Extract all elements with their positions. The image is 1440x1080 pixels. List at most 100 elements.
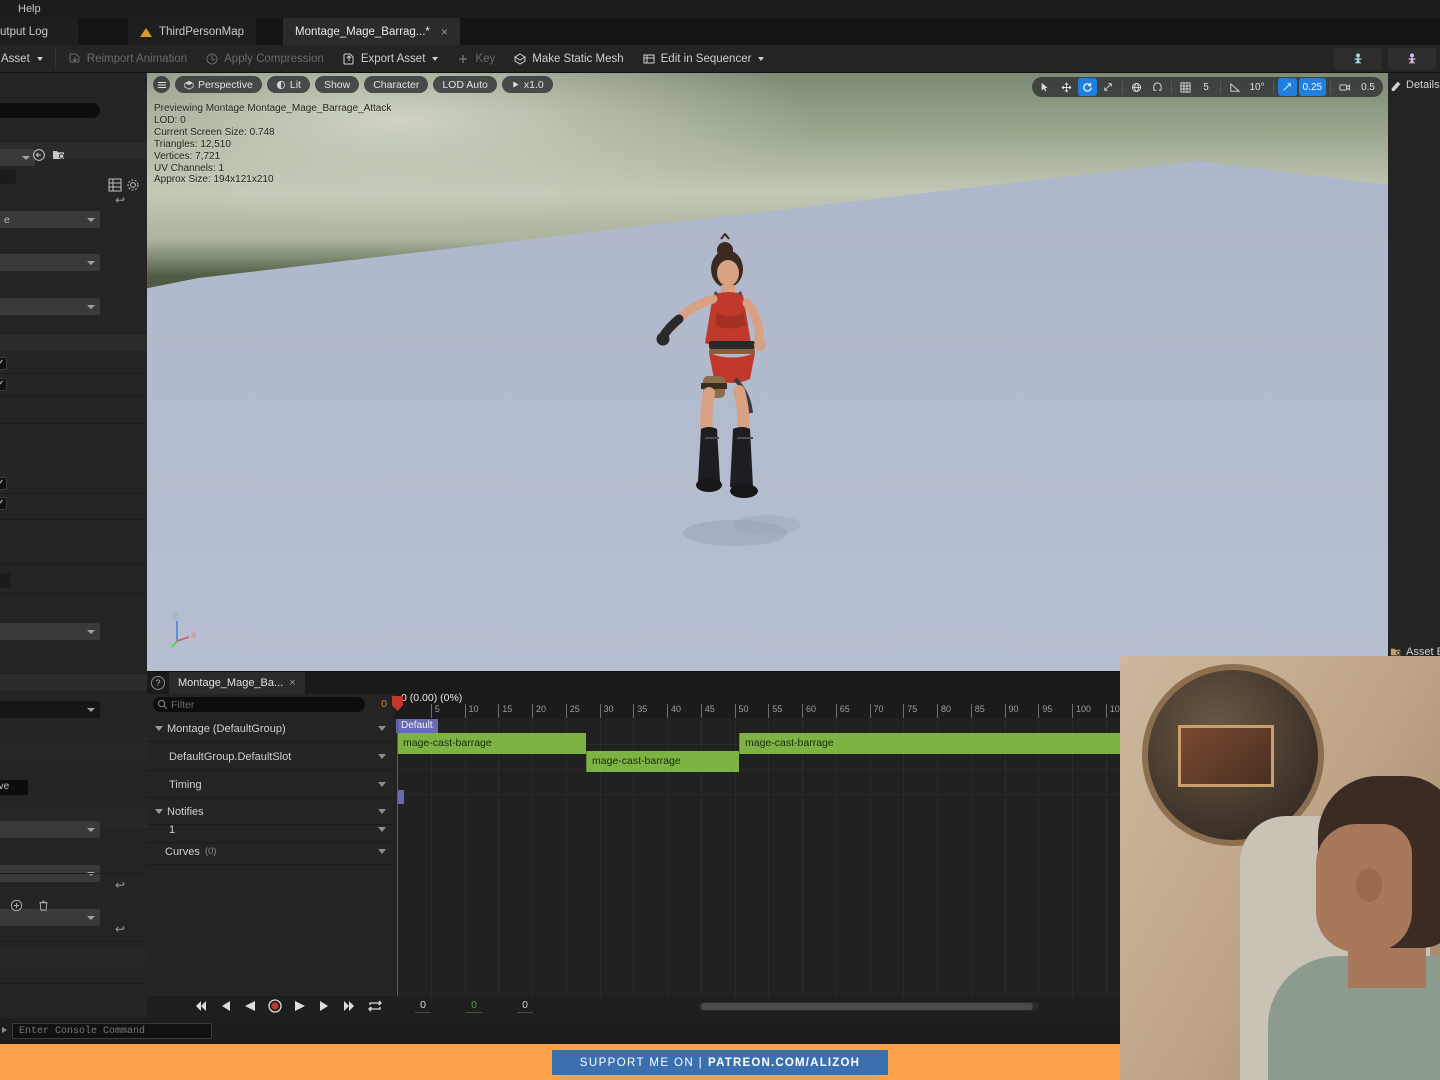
grid-snap-value[interactable]: 5 [1197,78,1216,96]
montage-section[interactable]: mage-cast-barrage [397,733,586,754]
scrollbar-thumb[interactable] [701,1003,1033,1010]
details-checkbox-3[interactable]: ✓ [0,497,7,510]
montage-panel-tab[interactable]: Montage_Mage_Ba... × [169,672,305,694]
details-field-0[interactable] [0,169,16,184]
select-tool-button[interactable] [1036,78,1055,96]
track-row-montage-group[interactable]: Montage (DefaultGroup) [147,716,395,742]
export-asset-button[interactable]: Export Asset [333,46,448,72]
help-icon[interactable]: ? [151,676,165,690]
track-row-default-slot[interactable]: DefaultGroup.DefaultSlot [147,743,395,771]
console-command-input[interactable]: Enter Console Command [12,1023,212,1039]
camera-speed-value[interactable]: 0.5 [1357,78,1379,96]
viewport-lod-button[interactable]: LOD Auto [433,76,497,93]
details-search-input[interactable] [0,103,100,118]
play-reverse-button[interactable] [242,998,257,1013]
chevron-down-icon[interactable] [378,726,386,731]
reimport-animation-button[interactable]: Reimport Animation [59,46,196,72]
details-dropdown-6[interactable] [0,821,100,838]
animation-viewport[interactable]: Perspective Lit Show Character LOD Auto … [147,73,1388,671]
delete-icon[interactable] [37,899,50,915]
add-icon[interactable] [10,899,23,915]
camera-speed-button[interactable] [1335,78,1355,96]
details-checkbox-2[interactable]: ✓ [0,477,7,490]
chevron-down-icon[interactable] [155,809,163,814]
coordinate-system-button[interactable] [1127,78,1146,96]
step-back-button[interactable] [217,998,232,1013]
skip-to-start-button[interactable] [192,998,207,1013]
angle-snap-button[interactable] [1225,78,1244,96]
details-dropdown-5[interactable] [0,701,100,718]
chevron-down-icon[interactable] [378,809,386,814]
timeline-tick: 5 [430,704,440,718]
chevron-down-icon[interactable] [378,782,386,787]
skip-to-end-button[interactable] [342,998,357,1013]
make-static-mesh-button[interactable]: Make Static Mesh [504,46,632,72]
timing-marker[interactable] [397,790,404,804]
chevron-down-icon[interactable] [378,827,386,832]
key-button[interactable]: Key [447,46,504,72]
scale-snap-value[interactable]: 0.25 [1298,78,1327,96]
track-row-curves[interactable]: Curves (0) [147,839,395,865]
preview-character-button[interactable] [1388,48,1436,70]
current-time-field[interactable]: 0 [466,999,482,1013]
settings-gear-icon[interactable] [126,178,140,192]
details-curve-pill[interactable]: nCurve [0,780,28,795]
viewport-menu-button[interactable] [153,76,170,93]
montage-filter-value[interactable]: 0 [381,698,387,710]
details-field-1[interactable] [0,573,10,588]
details-checkbox-0[interactable]: ✓ [0,357,7,370]
viewport-character-button[interactable]: Character [364,76,429,93]
viewport-lit-button[interactable]: Lit [266,76,310,93]
preview-skeleton-button[interactable] [1334,48,1382,70]
timeline-horizontal-scrollbar[interactable] [699,1002,1039,1011]
patreon-link[interactable]: SUPPORT ME ON | PATREON.COM/ALIZOH [552,1050,888,1075]
scale-tool-button[interactable] [1099,78,1118,96]
track-row-timing[interactable]: Timing [147,772,395,798]
back-arrow-icon[interactable] [32,148,46,162]
apply-compression-button[interactable]: Apply Compression [196,46,333,72]
menu-item-help[interactable]: Help [12,2,47,16]
details-dropdown-0[interactable] [0,149,35,166]
tab-montage-mage-barrage[interactable]: Montage_Mage_Barrag...* × [283,18,1440,1036]
montage-filter-input[interactable]: Filter [153,697,365,712]
edit-in-sequencer-button[interactable]: Edit in Sequencer [633,46,774,72]
move-tool-button[interactable] [1057,78,1076,96]
details-dropdown-4[interactable] [0,623,100,640]
chevron-down-icon[interactable] [155,726,163,731]
reset-icon[interactable]: ↩ [115,878,125,892]
details-dropdown-1[interactable]: e [0,211,100,228]
scale-snap-button[interactable] [1277,78,1297,96]
grid-snap-button[interactable] [1176,78,1195,96]
record-button[interactable] [267,998,282,1013]
step-forward-button[interactable] [317,998,332,1013]
folder-search-icon[interactable] [52,148,66,162]
reset-icon[interactable]: ↩ [115,193,125,207]
asset-button[interactable]: Asset [0,46,52,72]
details-checkbox-1[interactable]: ✓ [0,378,7,391]
viewport-show-button[interactable]: Show [314,76,360,93]
surface-snap-button[interactable] [1148,78,1167,96]
current-frame-field[interactable]: 0 [415,999,431,1013]
viewport-perspective-button[interactable]: Perspective [175,76,262,93]
chevron-down-icon[interactable] [378,754,386,759]
sidebar-tab-details[interactable]: Details [1390,79,1440,91]
grid-view-icon[interactable] [108,178,122,192]
montage-section[interactable]: mage-cast-barrage [586,751,739,772]
section-badge-default[interactable]: Default [396,719,438,733]
angle-snap-value[interactable]: 10° [1246,78,1269,96]
details-dropdown-3[interactable] [0,298,100,315]
tab-third-person-map[interactable]: ThirdPersonMap [128,18,257,45]
tab-output-log[interactable]: utput Log [0,18,78,45]
close-icon[interactable]: × [289,677,295,689]
close-icon[interactable]: × [441,25,448,39]
chevron-right-icon[interactable] [2,1027,7,1033]
viewport-playrate-button[interactable]: x1.0 [501,76,553,93]
reset-icon[interactable]: ↩ [115,922,125,936]
timeline-playhead[interactable] [392,696,403,997]
loop-button[interactable] [367,998,382,1013]
chevron-down-icon[interactable] [378,849,386,854]
rotate-tool-button[interactable] [1077,78,1097,96]
play-button[interactable] [292,998,307,1013]
details-dropdown-2[interactable] [0,254,100,271]
total-frames-field[interactable]: 0 [517,999,533,1013]
